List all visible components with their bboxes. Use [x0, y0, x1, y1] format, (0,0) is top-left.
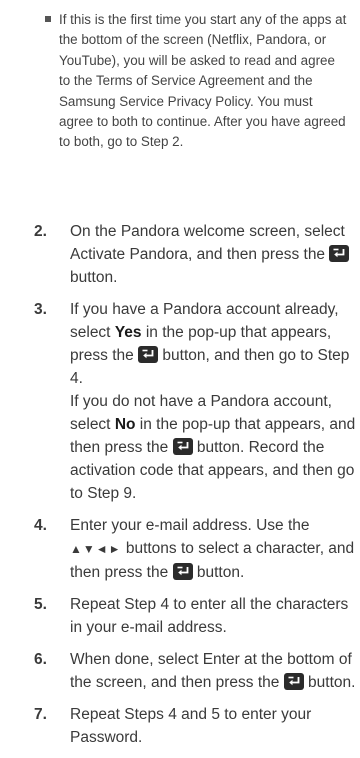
step-4: 4. Enter your e-mail address. Use the ▲▼…	[0, 514, 360, 584]
step-6: 6. When done, select Enter at the bottom…	[0, 648, 360, 694]
enter-button-icon	[138, 346, 159, 363]
first-time-note: If this is the first time you start any …	[45, 10, 349, 153]
step-number: 7.	[34, 706, 47, 723]
step-text: Repeat Steps 4 and 5 to enter your Passw…	[70, 706, 312, 746]
step-text-part: Enter your e-mail address. Use the	[70, 517, 310, 534]
manual-page: If this is the first time you start any …	[0, 0, 360, 746]
yes-emphasis: Yes	[114, 324, 142, 341]
step-text: When done, select Enter at the bottom of…	[70, 648, 356, 694]
step-text-part: button.	[308, 674, 356, 691]
step-number: 3.	[34, 301, 47, 318]
bullet-square	[45, 16, 51, 22]
arrow-keys-icon: ▲▼◄►	[70, 542, 122, 556]
step-text: On the Pandora welcome screen, select Ac…	[70, 220, 356, 289]
step-2: 2. On the Pandora welcome screen, select…	[0, 220, 360, 289]
step-3: 3. If you have a Pandora account already…	[0, 298, 360, 505]
step-text-part: button.	[196, 564, 245, 581]
step-number: 6.	[34, 651, 47, 668]
step-number: 2.	[34, 223, 47, 240]
step-7: 7. Repeat Steps 4 and 5 to enter your Pa…	[0, 703, 360, 749]
note-text: If this is the first time you start any …	[59, 12, 347, 150]
enter-button-icon	[172, 563, 193, 580]
step-text: If you have a Pandora account already, s…	[70, 298, 356, 505]
enter-button-icon	[329, 245, 350, 262]
step-text-part: On the Pandora welcome screen, select Ac…	[70, 223, 345, 263]
enter-button-icon	[172, 438, 193, 455]
no-emphasis: No	[114, 416, 136, 433]
step-text-part: button.	[70, 269, 118, 286]
enter-button-icon	[283, 673, 304, 690]
step-text: Repeat Step 4 to enter all the character…	[70, 596, 349, 636]
step-5: 5. Repeat Step 4 to enter all the charac…	[0, 593, 360, 639]
step-text: Enter your e-mail address. Use the ▲▼◄► …	[70, 514, 356, 584]
step-number: 5.	[34, 596, 47, 613]
step-number: 4.	[34, 517, 47, 534]
steps-list: 2. On the Pandora welcome screen, select…	[0, 220, 360, 758]
